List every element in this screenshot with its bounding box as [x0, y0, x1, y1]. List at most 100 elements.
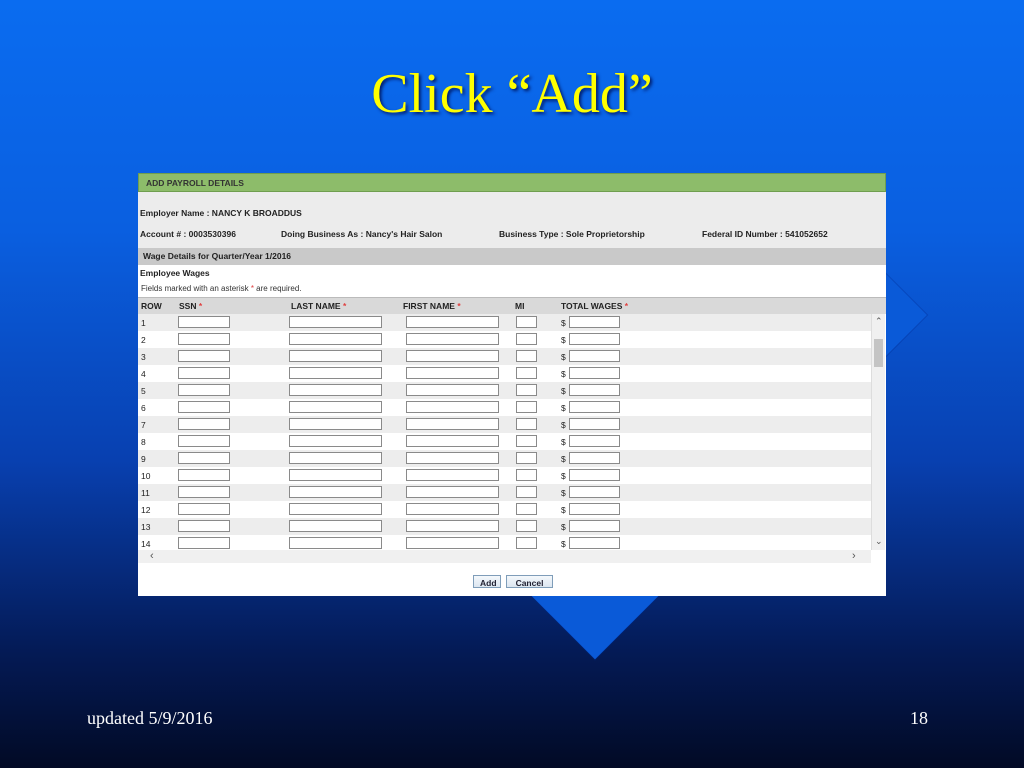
asterisk: *: [342, 301, 347, 311]
last-name-input[interactable]: [289, 333, 382, 345]
total-wages-input[interactable]: [569, 418, 620, 430]
mi-input[interactable]: [516, 418, 537, 430]
employer-name: Employer Name : NANCY K BROADDUS: [140, 208, 302, 218]
col-total-wages-label: TOTAL WAGES: [561, 301, 623, 311]
mi-input[interactable]: [516, 333, 537, 345]
scroll-right-icon[interactable]: ›: [852, 550, 856, 562]
total-wages-input[interactable]: [569, 401, 620, 413]
scroll-left-icon[interactable]: ‹: [150, 550, 154, 562]
table-row: 13 $: [138, 518, 871, 535]
first-name-input[interactable]: [406, 401, 499, 413]
ssn-input[interactable]: [178, 503, 230, 515]
last-name-input[interactable]: [289, 452, 382, 464]
first-name-input[interactable]: [406, 333, 499, 345]
ssn-input[interactable]: [178, 537, 230, 549]
mi-input[interactable]: [516, 452, 537, 464]
first-name-input[interactable]: [406, 435, 499, 447]
mi-input[interactable]: [516, 520, 537, 532]
total-wages-input[interactable]: [569, 537, 620, 549]
mi-input[interactable]: [516, 384, 537, 396]
ssn-input[interactable]: [178, 486, 230, 498]
last-name-input[interactable]: [289, 384, 382, 396]
currency-symbol: $: [561, 539, 566, 549]
first-name-input[interactable]: [406, 384, 499, 396]
table-row: 5 $: [138, 382, 871, 399]
mi-input[interactable]: [516, 435, 537, 447]
first-name-input[interactable]: [406, 520, 499, 532]
ssn-input[interactable]: [178, 418, 230, 430]
last-name-input[interactable]: [289, 520, 382, 532]
last-name-input[interactable]: [289, 316, 382, 328]
ssn-input[interactable]: [178, 520, 230, 532]
total-wages-input[interactable]: [569, 435, 620, 447]
ssn-input[interactable]: [178, 469, 230, 481]
ssn-input[interactable]: [178, 350, 230, 362]
first-name-input[interactable]: [406, 418, 499, 430]
last-name-input[interactable]: [289, 367, 382, 379]
ssn-input[interactable]: [178, 367, 230, 379]
mi-input[interactable]: [516, 537, 537, 549]
first-name-input[interactable]: [406, 486, 499, 498]
last-name-input[interactable]: [289, 401, 382, 413]
first-name-input[interactable]: [406, 350, 499, 362]
first-name-input[interactable]: [406, 316, 499, 328]
total-wages-input[interactable]: [569, 367, 620, 379]
mi-input[interactable]: [516, 486, 537, 498]
asterisk: *: [624, 301, 629, 311]
row-number: 3: [141, 352, 146, 362]
ssn-input[interactable]: [178, 333, 230, 345]
add-button[interactable]: Add: [473, 575, 501, 588]
first-name-input[interactable]: [406, 452, 499, 464]
ssn-input[interactable]: [178, 316, 230, 328]
cancel-button[interactable]: Cancel: [506, 575, 553, 588]
horizontal-scrollbar[interactable]: ‹ ›: [138, 550, 871, 563]
currency-symbol: $: [561, 420, 566, 430]
mi-input[interactable]: [516, 316, 537, 328]
mi-input[interactable]: [516, 367, 537, 379]
ssn-input[interactable]: [178, 452, 230, 464]
scroll-thumb[interactable]: [874, 339, 883, 367]
required-note-text: Fields marked with an asterisk: [141, 284, 251, 293]
footer-updated-date: updated 5/9/2016: [87, 708, 213, 728]
first-name-input[interactable]: [406, 469, 499, 481]
total-wages-input[interactable]: [569, 469, 620, 481]
mi-input[interactable]: [516, 401, 537, 413]
col-row: ROW: [141, 301, 162, 311]
total-wages-input[interactable]: [569, 333, 620, 345]
asterisk: *: [457, 301, 461, 311]
col-total-wages: TOTAL WAGES *: [561, 301, 628, 311]
vertical-scrollbar[interactable]: ⌃ ⌄: [871, 314, 885, 550]
table-row: 3 $: [138, 348, 871, 365]
scroll-down-icon[interactable]: ⌄: [875, 536, 883, 547]
last-name-input[interactable]: [289, 469, 382, 481]
total-wages-input[interactable]: [569, 503, 620, 515]
currency-symbol: $: [561, 437, 566, 447]
last-name-input[interactable]: [289, 435, 382, 447]
first-name-input[interactable]: [406, 367, 499, 379]
row-number: 5: [141, 386, 146, 396]
required-note-text-end: are required.: [253, 284, 302, 293]
last-name-input[interactable]: [289, 503, 382, 515]
ssn-input[interactable]: [178, 384, 230, 396]
ssn-input[interactable]: [178, 401, 230, 413]
first-name-input[interactable]: [406, 503, 499, 515]
total-wages-input[interactable]: [569, 452, 620, 464]
wage-rows: 1 $2 $3 $4 $5 $6 $7 $8 $9 $10 $11 $12 $13 $14 $: [138, 314, 871, 550]
ssn-input[interactable]: [178, 435, 230, 447]
mi-input[interactable]: [516, 350, 537, 362]
last-name-input[interactable]: [289, 537, 382, 549]
scroll-up-icon[interactable]: ⌃: [875, 316, 883, 327]
total-wages-input[interactable]: [569, 520, 620, 532]
mi-input[interactable]: [516, 469, 537, 481]
last-name-input[interactable]: [289, 418, 382, 430]
last-name-input[interactable]: [289, 486, 382, 498]
total-wages-input[interactable]: [569, 384, 620, 396]
total-wages-input[interactable]: [569, 350, 620, 362]
first-name-input[interactable]: [406, 537, 499, 549]
mi-input[interactable]: [516, 503, 537, 515]
table-row: 7 $: [138, 416, 871, 433]
row-number: 6: [141, 403, 146, 413]
total-wages-input[interactable]: [569, 486, 620, 498]
last-name-input[interactable]: [289, 350, 382, 362]
total-wages-input[interactable]: [569, 316, 620, 328]
